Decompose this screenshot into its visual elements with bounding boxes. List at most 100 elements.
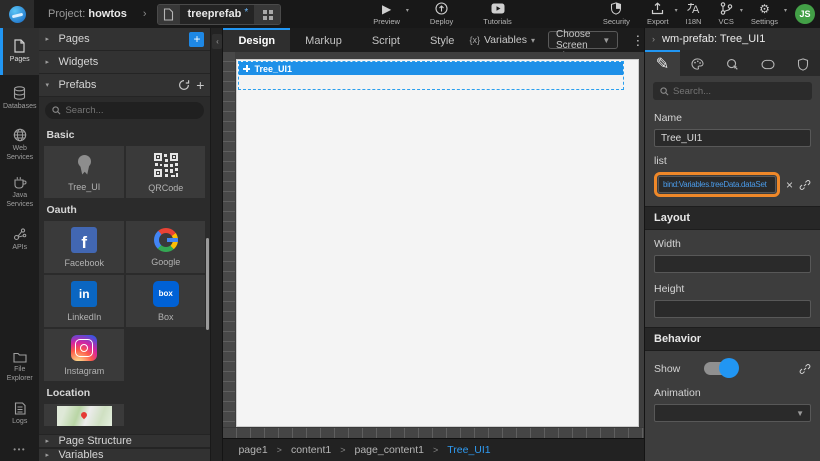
prefab-search-input[interactable] — [65, 105, 197, 116]
tab-design[interactable]: Design — [223, 28, 290, 52]
caret-down-icon: ▾ — [531, 36, 535, 45]
breadcrumb-tree-ui1[interactable]: Tree_UI1 — [447, 444, 490, 456]
tab-script[interactable]: Script — [357, 28, 415, 52]
clear-bind-icon[interactable]: × — [785, 178, 794, 192]
export-button[interactable]: Export ▾ — [647, 2, 669, 26]
coffee-icon — [13, 176, 27, 189]
magnifier-cursor-icon — [726, 58, 739, 71]
tab-security[interactable] — [785, 50, 820, 76]
tree-ui-widget[interactable]: Tree_UI1 — [238, 61, 624, 90]
preview-button[interactable]: ▶ Preview ▾ — [373, 2, 400, 26]
add-page-button[interactable]: + — [189, 32, 204, 47]
prefab-search-box[interactable] — [45, 102, 204, 119]
activity-bar: Pages Databases Web Services Java Servic… — [0, 28, 39, 461]
shield-icon — [610, 2, 622, 15]
show-toggle[interactable] — [704, 362, 737, 375]
variables-x-icon: {x} — [469, 35, 480, 45]
tab-dialogs[interactable] — [750, 50, 785, 76]
wavemaker-ide: Project: howtos › treeprefab * ▶ Preview… — [0, 0, 820, 461]
name-label: Name — [654, 112, 811, 124]
variables-button[interactable]: {x} Variables ▾ — [469, 34, 535, 46]
sidebar-item-logs[interactable]: Logs — [0, 391, 39, 438]
kebab-menu-icon[interactable]: ⋮ — [631, 34, 644, 47]
breadcrumb-content1[interactable]: content1 — [291, 444, 331, 456]
palette-icon — [691, 58, 704, 70]
logo-block[interactable] — [0, 0, 34, 28]
caret-down-icon: ▾ — [675, 7, 678, 14]
prefab-tile-map[interactable] — [44, 404, 124, 426]
list-label: list — [654, 155, 811, 167]
show-bind-link-icon[interactable] — [799, 363, 811, 375]
refresh-icon[interactable] — [178, 79, 190, 91]
box-icon: box — [153, 281, 179, 307]
widget-selection-bar[interactable]: Tree_UI1 — [239, 62, 623, 75]
horizontal-ruler — [223, 427, 644, 438]
tab-markup[interactable]: Markup — [290, 28, 357, 52]
list-bind-input[interactable] — [658, 176, 776, 193]
search-icon — [52, 106, 61, 115]
properties-search-box[interactable] — [653, 82, 812, 100]
sidebar-item-databases[interactable]: Databases — [0, 75, 39, 122]
vertical-ruler — [223, 52, 235, 427]
prefab-tile-google[interactable]: Google — [126, 221, 206, 273]
width-input[interactable] — [654, 255, 811, 273]
tab-events[interactable] — [715, 50, 750, 76]
page-structure-section-header[interactable]: ▸ Page Structure — [39, 434, 210, 448]
overflow-menu-button[interactable]: ••• — [0, 438, 39, 461]
bind-link-icon[interactable] — [799, 179, 811, 191]
export-icon — [651, 2, 664, 15]
page-tab-chip[interactable]: treeprefab * — [157, 4, 282, 25]
tutorials-button[interactable]: Tutorials — [483, 2, 511, 26]
dashboard-grid-icon[interactable] — [254, 5, 280, 24]
sidebar-item-java-services[interactable]: Java Services — [0, 169, 39, 216]
tab-styles[interactable] — [680, 50, 715, 76]
linkedin-icon: in — [71, 281, 97, 307]
shield-outline-icon — [797, 58, 809, 71]
prefab-tile-linkedin[interactable]: in LinkedIn — [44, 275, 124, 327]
collapse-right-panel-icon[interactable]: › — [652, 34, 655, 44]
pages-section-header[interactable]: ▸ Pages + — [39, 28, 210, 51]
prefab-tile-tree-ui[interactable]: Tree_UI — [44, 146, 124, 198]
layout-section-header[interactable]: Layout — [645, 206, 820, 230]
user-avatar[interactable]: JS — [795, 4, 815, 24]
breadcrumb-page-content1[interactable]: page_content1 — [355, 444, 424, 456]
breadcrumb-page1[interactable]: page1 — [238, 444, 267, 456]
sidebar-item-file-explorer[interactable]: File Explorer — [0, 344, 39, 391]
settings-button[interactable]: ⚙ Settings ▾ — [751, 2, 778, 26]
widgets-section-header[interactable]: ▸ Widgets — [39, 51, 210, 74]
prefab-tile-box[interactable]: box Box — [126, 275, 206, 327]
security-button[interactable]: Security — [603, 2, 630, 26]
prefab-tile-facebook[interactable]: f Facebook — [44, 221, 124, 273]
sidebar-item-pages[interactable]: Pages — [0, 28, 39, 75]
height-input[interactable] — [654, 300, 811, 318]
collapse-left-panel-button[interactable]: ‹ — [212, 34, 222, 49]
properties-search-input[interactable] — [673, 86, 805, 97]
breadcrumb-separator: > — [340, 445, 345, 455]
design-canvas[interactable]: Tree_UI1 — [236, 59, 639, 427]
sidebar-item-apis[interactable]: APIs — [0, 216, 39, 263]
prefabs-section-header[interactable]: ▾ Prefabs + — [39, 74, 210, 97]
name-input[interactable] — [654, 129, 811, 147]
i18n-button[interactable]: A I18N — [686, 2, 702, 26]
prefab-tile-qrcode[interactable]: QRCode — [126, 146, 206, 198]
screen-size-select[interactable]: -- Choose Screen Size -- ▼ — [548, 31, 618, 49]
show-property-row: Show — [654, 362, 811, 375]
tab-properties[interactable]: ✎ — [645, 50, 680, 76]
behavior-section-header[interactable]: Behavior — [645, 327, 820, 351]
search-icon — [660, 87, 669, 96]
add-prefab-icon[interactable]: + — [196, 77, 204, 93]
prefab-tile-instagram[interactable]: Instagram — [44, 329, 124, 381]
instagram-icon — [71, 335, 97, 361]
caret-down-icon: ▾ — [784, 7, 787, 14]
tab-style[interactable]: Style — [415, 28, 469, 52]
show-label: Show — [654, 363, 680, 375]
deploy-button[interactable]: Deploy — [430, 2, 453, 26]
animation-select[interactable]: ▼ — [654, 404, 811, 422]
sidebar-item-web-services[interactable]: Web Services — [0, 122, 39, 169]
wavemaker-logo-icon — [9, 6, 26, 23]
vcs-button[interactable]: VCS ▾ — [718, 2, 733, 26]
variables-section-header[interactable]: ▸ Variables — [39, 448, 210, 461]
svg-text:A: A — [692, 4, 700, 15]
page-tab-label: treeprefab — [180, 8, 249, 20]
properties-panel-header: › wm-prefab: Tree_UI1 — [645, 28, 820, 50]
